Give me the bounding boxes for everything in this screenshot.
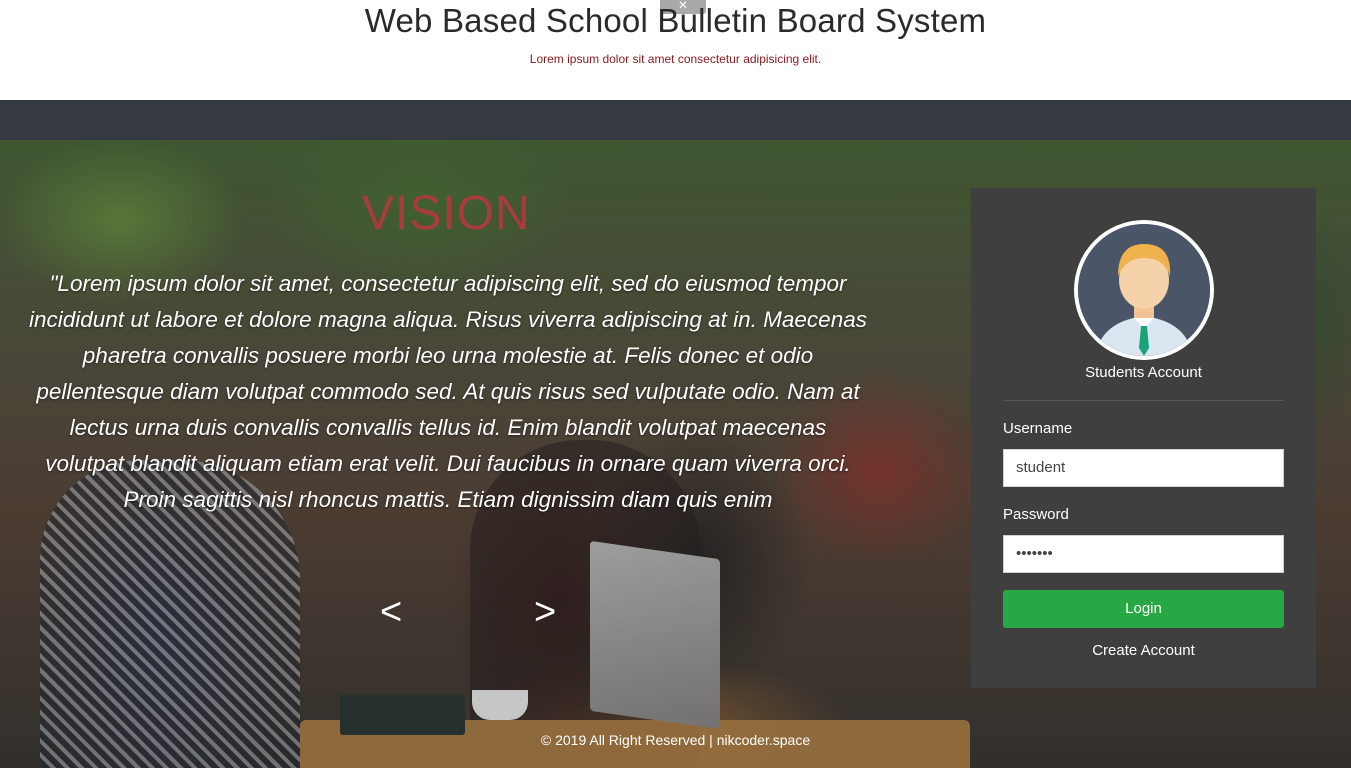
username-input[interactable]: student: [1003, 449, 1284, 487]
navbar: [0, 100, 1351, 140]
password-input[interactable]: •••••••: [1003, 535, 1284, 573]
login-divider: [1003, 400, 1284, 401]
carousel-prev-button[interactable]: <: [380, 592, 402, 632]
carousel-next-button[interactable]: >: [534, 592, 556, 632]
password-label: Password: [1003, 506, 1069, 523]
footer-copyright: © 2019 All Right Reserved | nikcoder.spa…: [540, 732, 811, 748]
vision-quote: "Lorem ipsum dolor sit amet, consectetur…: [29, 271, 867, 512]
create-account-link[interactable]: Create Account: [971, 642, 1316, 659]
user-avatar-icon: [1078, 224, 1210, 356]
site-header: × Web Based School Bulletin Board System…: [0, 0, 1351, 100]
login-button[interactable]: Login: [1003, 590, 1284, 628]
avatar: [1074, 220, 1214, 360]
login-panel: Students Account Username student Passwo…: [971, 188, 1316, 688]
account-type-label: Students Account: [1085, 364, 1202, 381]
username-label: Username: [1003, 420, 1073, 437]
page-title: Web Based School Bulletin Board System: [364, 2, 987, 39]
vision-heading: VISION: [362, 187, 531, 240]
footer: © 2019 All Right Reserved | nikcoder.spa…: [0, 732, 1351, 748]
page-subtitle: Lorem ipsum dolor sit amet consectetur a…: [529, 52, 822, 66]
